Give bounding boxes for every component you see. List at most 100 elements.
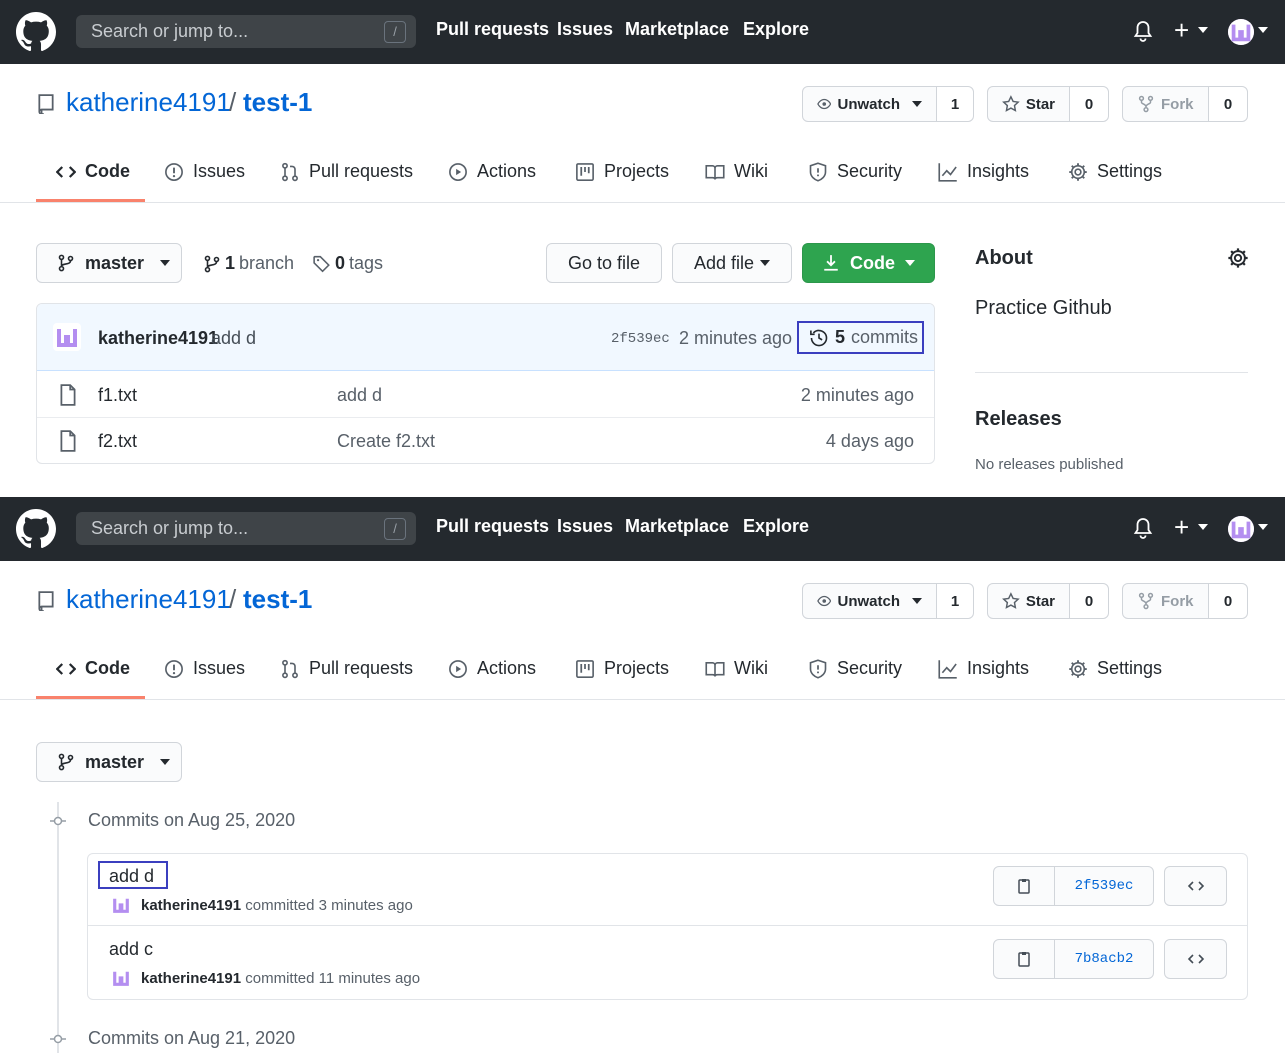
- star-button[interactable]: Star: [988, 87, 1070, 121]
- tab-security[interactable]: Security: [808, 140, 902, 203]
- file-age: 2 minutes ago: [800, 385, 914, 405]
- search-input[interactable]: Search or jump to... /: [76, 512, 416, 545]
- author-avatar[interactable]: [53, 323, 81, 351]
- user-avatar[interactable]: [1228, 19, 1254, 45]
- fork-button[interactable]: Fork: [1123, 584, 1209, 618]
- commit-group-icon: [50, 816, 66, 826]
- branch-icon: [57, 254, 75, 272]
- tab-wiki-label: Wiki: [734, 658, 768, 678]
- tab-security[interactable]: Security: [808, 637, 902, 700]
- tab-settings[interactable]: Settings: [1068, 140, 1162, 203]
- browse-repo-at-commit-button[interactable]: [1164, 939, 1227, 979]
- go-to-file-button[interactable]: Go to file: [546, 243, 662, 283]
- user-menu-caret-icon[interactable]: [1258, 27, 1268, 33]
- commit-author-link[interactable]: katherine4191: [141, 897, 241, 914]
- forks-count[interactable]: 0: [1209, 584, 1247, 618]
- latest-commit-sha[interactable]: 2f539ec: [611, 331, 670, 347]
- unwatch-label: Unwatch: [837, 95, 900, 113]
- nav-issues[interactable]: Issues: [557, 19, 613, 40]
- issue-icon: [165, 659, 183, 678]
- nav-issues[interactable]: Issues: [557, 516, 613, 537]
- fork-button[interactable]: Fork: [1123, 87, 1209, 121]
- tab-projects[interactable]: Projects: [575, 637, 669, 700]
- releases-empty-text: No releases published: [975, 456, 1124, 473]
- commit-age: 11 minutes ago: [318, 970, 421, 987]
- tab-insights-label: Insights: [967, 658, 1030, 678]
- tab-issues[interactable]: Issues: [164, 140, 245, 203]
- repo-name-link[interactable]: test-1: [243, 87, 312, 118]
- user-avatar[interactable]: [1228, 516, 1254, 542]
- unwatch-button[interactable]: Unwatch: [803, 584, 937, 618]
- notifications-bell-icon[interactable]: [1131, 516, 1155, 540]
- author-avatar[interactable]: [110, 967, 132, 989]
- releases-heading[interactable]: Releases: [975, 408, 1062, 431]
- create-new-plus-icon[interactable]: +: [1174, 514, 1189, 540]
- stargazers-count[interactable]: 0: [1070, 584, 1108, 618]
- file-commit-message-link[interactable]: Create f2.txt: [337, 431, 435, 452]
- commit-title-highlight-box: [98, 861, 168, 889]
- file-commit-message-link[interactable]: add d: [337, 385, 382, 406]
- tab-projects[interactable]: Projects: [575, 140, 669, 203]
- commit-title-link[interactable]: add c: [109, 939, 153, 960]
- unwatch-button[interactable]: Unwatch: [803, 87, 937, 121]
- repo-name-link[interactable]: test-1: [243, 584, 312, 615]
- tab-insights[interactable]: Insights: [938, 140, 1029, 203]
- file-icon: [59, 384, 77, 406]
- repo-icon: [38, 591, 54, 611]
- tab-code[interactable]: Code: [56, 140, 130, 203]
- github-logo-icon[interactable]: [16, 12, 56, 52]
- tab-wiki[interactable]: Wiki: [705, 637, 768, 700]
- watchers-count[interactable]: 1: [937, 584, 973, 618]
- code-download-button[interactable]: Code: [802, 243, 935, 283]
- tab-pull-requests[interactable]: Pull requests: [280, 140, 413, 203]
- tab-code[interactable]: Code: [56, 637, 130, 700]
- repo-owner-link[interactable]: katherine4191: [66, 87, 231, 118]
- tab-issues[interactable]: Issues: [164, 637, 245, 700]
- file-name-link[interactable]: f1.txt: [98, 385, 137, 406]
- branch-select-button[interactable]: master: [36, 742, 182, 782]
- watchers-count[interactable]: 1: [937, 87, 973, 121]
- about-settings-gear-icon[interactable]: [1227, 247, 1249, 269]
- tab-actions[interactable]: Actions: [448, 637, 536, 700]
- code-caret-icon: [905, 260, 915, 266]
- nav-marketplace[interactable]: Marketplace: [625, 19, 729, 40]
- nav-pull-requests[interactable]: Pull requests: [436, 19, 549, 40]
- create-new-caret-icon[interactable]: [1198, 27, 1208, 33]
- github-logo-icon[interactable]: [16, 509, 56, 549]
- file-icon: [59, 430, 77, 452]
- branches-link[interactable]: 1 branch: [203, 253, 294, 274]
- repo-owner-link[interactable]: katherine4191: [66, 584, 231, 615]
- nav-marketplace[interactable]: Marketplace: [625, 516, 729, 537]
- tab-wiki[interactable]: Wiki: [705, 140, 768, 203]
- add-file-button[interactable]: Add file: [672, 243, 792, 283]
- star-button[interactable]: Star: [988, 584, 1070, 618]
- search-input[interactable]: Search or jump to... /: [76, 15, 416, 48]
- tab-actions[interactable]: Actions: [448, 140, 536, 203]
- file-name-link[interactable]: f2.txt: [98, 431, 137, 452]
- stargazers-count[interactable]: 0: [1070, 87, 1108, 121]
- nav-explore[interactable]: Explore: [743, 516, 809, 537]
- user-menu-caret-icon[interactable]: [1258, 524, 1268, 530]
- nav-explore[interactable]: Explore: [743, 19, 809, 40]
- notifications-bell-icon[interactable]: [1131, 19, 1155, 43]
- forks-count[interactable]: 0: [1209, 87, 1247, 121]
- copy-sha-button[interactable]: [994, 867, 1055, 905]
- latest-commit-message[interactable]: add d: [211, 328, 256, 349]
- author-avatar[interactable]: [110, 894, 132, 916]
- copy-sha-button[interactable]: [994, 940, 1055, 978]
- nav-pull-requests[interactable]: Pull requests: [436, 516, 549, 537]
- tab-settings[interactable]: Settings: [1068, 637, 1162, 700]
- tab-pull-requests[interactable]: Pull requests: [280, 637, 413, 700]
- commit-sha-link[interactable]: 2f539ec: [1055, 867, 1153, 905]
- tab-insights[interactable]: Insights: [938, 637, 1029, 700]
- commit-sha-link[interactable]: 7b8acb2: [1055, 940, 1153, 978]
- star-label: Star: [1025, 95, 1055, 113]
- create-new-caret-icon[interactable]: [1198, 524, 1208, 530]
- latest-commit-author[interactable]: katherine4191: [98, 328, 218, 349]
- browse-repo-at-commit-button[interactable]: [1164, 866, 1227, 906]
- branch-caret-icon: [160, 260, 171, 266]
- commit-author-link[interactable]: katherine4191: [141, 970, 241, 987]
- branch-select-button[interactable]: master: [36, 243, 182, 283]
- create-new-plus-icon[interactable]: +: [1174, 17, 1189, 43]
- tags-link[interactable]: 0 tags: [313, 253, 383, 274]
